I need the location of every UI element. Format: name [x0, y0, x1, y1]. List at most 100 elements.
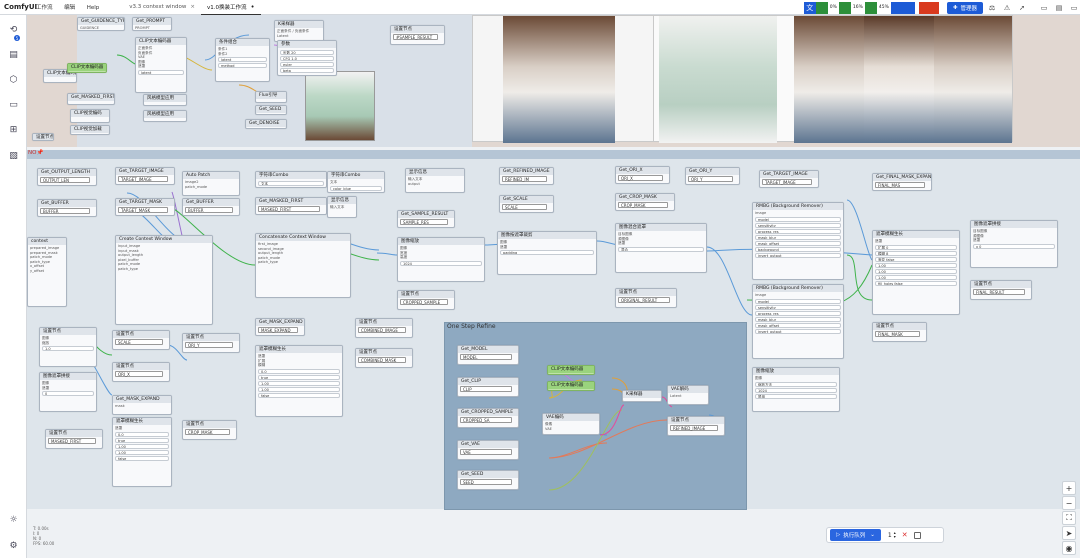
node-show-info-2[interactable]: 显示信息 输入文本 output — [405, 168, 465, 193]
translate-icon[interactable]: 文 — [803, 1, 816, 14]
tab-context-window[interactable]: v3.3 context window × — [123, 0, 201, 15]
settings-gear-icon[interactable]: ⚙ — [6, 538, 21, 553]
node-mask-composite-left[interactable]: 图像遮罩拼接 图像 遮罩 0 — [39, 372, 97, 412]
templates-icon[interactable]: ⊞ — [6, 122, 21, 137]
node-mask-growth[interactable]: 遮罩模糊生长 遮罩 扩展 0 模糊 8 渐变 false 1.00 1.00 1.00 fill… — [872, 230, 960, 315]
node-combo-2[interactable]: 字符串Combo 文本 color_blue — [327, 171, 385, 193]
node-show-info[interactable]: 显示信息 输入文本 — [327, 196, 357, 218]
bell-icon[interactable]: ⚠ — [1001, 2, 1013, 14]
node-mask-blur-grow[interactable]: 遮罩模糊生长 遮罩 扩展 模糊 0.0 true 1.00 1.00 false — [255, 345, 343, 417]
node-get-prompt[interactable]: Get_PROMPT PROMPT — [132, 17, 172, 31]
node-rmbg-1[interactable]: RMBG (Background Remover) image model sensi… — [752, 202, 844, 280]
node-image-blend-mask[interactable]: 图像混合遮罩 目标图像 源图像 遮罩 混合 — [615, 223, 707, 273]
node-image-mask-composite[interactable]: 图像遮罩拼接 目标图像 源图像 遮罩 x 0 — [970, 220, 1058, 268]
stepper-icon[interactable]: ▴ ▾ — [894, 531, 896, 539]
node-set-final-result[interactable]: 设置节点 FINAL_RESULT — [970, 280, 1032, 300]
node-concatenate-context-window[interactable]: Concatenate Context Window first_image sec… — [255, 233, 351, 298]
node-set-scale[interactable]: 设置节点 SCALE — [112, 330, 170, 350]
collapse-icon[interactable]: ▭ — [1068, 2, 1080, 14]
workflows-icon[interactable]: ▭ — [6, 97, 21, 112]
queue-count[interactable]: 1 — [888, 532, 892, 539]
menu-help[interactable]: Help — [87, 5, 100, 11]
node-get-sample-result[interactable]: Get_SAMPLE_RESULT SAMPLE_RES — [397, 210, 455, 228]
node-set-ori-y[interactable]: 设置节点 ORI_Y — [182, 333, 240, 353]
images-icon[interactable]: ▧ — [6, 148, 21, 163]
node-get-buffer-2[interactable]: Get_BUFFER BUFFER — [182, 198, 240, 216]
node-image-crop[interactable]: 图像按遮罩裁剪 图像 遮罩 padding — [497, 231, 597, 275]
menu-edit[interactable]: 编辑 — [64, 5, 75, 11]
model-library-icon[interactable]: ⬡ — [6, 72, 21, 87]
share-icon[interactable]: ⚖ — [986, 2, 998, 14]
node-get-ori-x[interactable]: Get_ORI_X ORI_X — [615, 166, 670, 184]
node-get-ori-y[interactable]: Get_ORI_Y ORI_Y — [685, 167, 740, 185]
close-icon[interactable]: × — [190, 4, 195, 10]
node-auto-patch[interactable]: Auto Patch image2 patch_mode — [182, 171, 240, 196]
zoom-out-button[interactable]: − — [1062, 496, 1076, 510]
toggle-link-icon[interactable]: ◉ — [1062, 541, 1076, 555]
cancel-icon[interactable]: ✕ — [902, 531, 908, 539]
node-set-crop-mask[interactable]: 设置节点 CROP_MASK — [182, 420, 237, 440]
node-get-refined-image[interactable]: Get_REFINED_IMAGE REFINED_IM — [499, 167, 554, 185]
node-set-combined-image[interactable]: 设置节点 COMBINED_IMAGE — [355, 318, 413, 338]
node-set-sample-result[interactable]: 设置节点 #SAMPLE_RESULT — [390, 25, 445, 45]
node-get-seed-top[interactable]: Get_SEED — [255, 105, 287, 115]
node-mask-blur-left[interactable]: 遮罩模糊生长 遮罩 0.0 true 1.00 1.00 false — [112, 417, 172, 487]
node-vae-encode[interactable]: VAE编码 像素 VAE — [542, 413, 600, 435]
node-set-small[interactable]: 设置节点 — [32, 133, 54, 141]
theme-icon[interactable]: ☼ — [6, 512, 21, 527]
arrow-icon[interactable]: ➚ — [1016, 2, 1028, 14]
node-set-refined-image[interactable]: 设置节点 REFINED_IMAGE — [667, 416, 725, 436]
node-clip-text-encode-pos[interactable]: CLIP文本编码器 — [547, 365, 595, 375]
node-get-target-image[interactable]: Get_TARGET_IMAGE TARGET_IMAGE — [115, 167, 175, 185]
node-library-icon[interactable]: ▤ — [6, 47, 21, 62]
node-clip-text-green[interactable]: CLIP文本编码器 — [67, 63, 107, 73]
app-logo[interactable]: ComfyUI — [0, 3, 37, 11]
node-set-final-mask[interactable]: 设置节点 FINAL_MASK — [872, 322, 927, 342]
node-set-original-result[interactable]: 设置节点 ORIGINAL_RESULT — [615, 288, 677, 308]
node-ksampler-params[interactable]: 参数 步数 20 CFG 1.0 euler beta — [277, 40, 337, 76]
node-combo-1[interactable]: 字符串Combo 文本 — [255, 171, 327, 188]
node-conditioning[interactable]: 条件组合 条件1 条件2 latent method — [215, 38, 270, 82]
node-clip-encoder-top[interactable]: CLIP文本编码器 正面条件 负面条件 VAE 图像 遮罩 latent — [135, 37, 187, 93]
stop-icon[interactable] — [913, 531, 921, 539]
node-image-scale[interactable]: 图像缩放 图像 宽度 高度 1024 — [397, 237, 485, 282]
node-image-scale-left[interactable]: 设置节点 图像 缩放 1.0 — [39, 327, 97, 367]
node-get-output-length[interactable]: Get_OUTPUT_LENGTH OUTPUT_LEN — [37, 168, 97, 186]
node-model-loader[interactable]: 风格模型应用 — [143, 94, 187, 106]
node-clip-vision[interactable]: CLIP视觉编码 — [70, 109, 110, 123]
chevron-down-icon[interactable]: ⌄ — [870, 532, 875, 538]
node-get-mask-expand-left[interactable]: Get_MASK_EXPAND mask — [112, 395, 172, 415]
node-get-model[interactable]: Get_MODEL MODEL — [457, 345, 519, 365]
manager-button[interactable]: ✚ 管理器 — [946, 1, 983, 14]
node-set-combined-mask[interactable]: 设置节点 COMBINED_MASK — [355, 348, 413, 368]
zoom-in-button[interactable]: + — [1062, 481, 1076, 495]
node-flux[interactable]: Flux引导 — [255, 91, 287, 103]
node-vae-decode[interactable]: VAE解码 Latent — [667, 385, 709, 405]
node-get-buffer[interactable]: Get_BUFFER BUFFER — [37, 199, 97, 217]
node-get-clip[interactable]: Get_CLIP CLIP — [457, 377, 519, 397]
node-get-masked-first-top[interactable]: Get_MASKED_FIRST — [67, 93, 115, 105]
node-get-target-mask[interactable]: Get_TARGET_MASK TARGET_MASK — [115, 198, 175, 216]
node-get-target-image-2[interactable]: Get_TARGET_IMAGE TARGET_IMAGE — [759, 170, 819, 188]
node-get-denoise[interactable]: Get_DENOISE — [245, 119, 287, 129]
node-clip-text-encode-neg[interactable]: CLIP文本编码器 — [547, 381, 595, 391]
node-sampler[interactable]: K采样器 正面条件 / 负面条件 Latent — [274, 20, 324, 42]
node-clip-vision-2[interactable]: CLIP视觉加载 — [70, 125, 110, 135]
fit-view-icon[interactable]: ⛶ — [1062, 511, 1076, 525]
node-get-final-mask-expand[interactable]: Get_FINAL_MASK_EXPAND FINAL_MAS — [872, 173, 932, 191]
menu-workflow[interactable]: 工作流 — [36, 5, 53, 11]
node-set-ori-x[interactable]: 设置节点 ORI_X — [112, 362, 170, 382]
node-ksampler-refine[interactable]: K采样器 — [622, 390, 662, 402]
node-get-scale[interactable]: Get_SCALE SCALE — [499, 195, 554, 213]
node-set-masked-first[interactable]: 设置节点 MASKED_FIRST — [45, 429, 103, 449]
layout-icon[interactable]: ▤ — [1053, 2, 1065, 14]
node-get-vae[interactable]: Get_VAE VAE — [457, 440, 519, 460]
run-queue-button[interactable]: ▷ 执行队列 ⌄ — [830, 529, 881, 541]
node-canvas[interactable]: NO📌 One Step Refine Get_GUIDENCE_TYPE GU… — [27, 15, 1080, 558]
tab-outfit-workflow[interactable]: v1.0换装工作流 • — [200, 0, 261, 15]
node-guidence-type[interactable]: Get_GUIDENCE_TYPE GUIDENCE — [77, 17, 125, 31]
node-left-outputs[interactable]: context prepared_image prepared_mask patch_… — [27, 237, 67, 307]
node-get-masked-first[interactable]: Get_MASKED_FIRST MASKED_FIRST — [255, 197, 327, 215]
node-get-cropped-sample[interactable]: Get_CROPPED_SAMPLE CROPPED_SA — [457, 408, 519, 428]
node-style-apply[interactable]: 风格模型应用 — [143, 110, 187, 122]
